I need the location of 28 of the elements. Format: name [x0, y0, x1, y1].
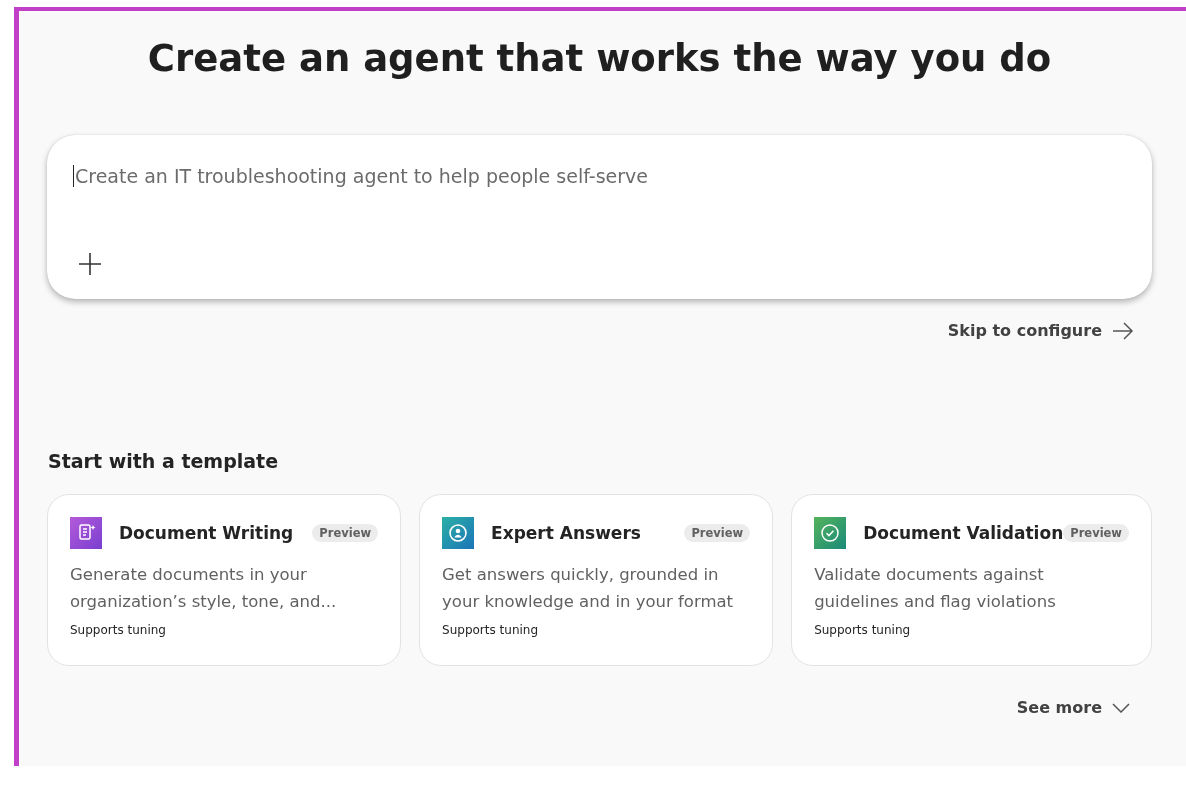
checkmark-icon [814, 517, 847, 549]
page-heading: Create an agent that works the way you do [147, 36, 1052, 82]
prompt-box[interactable]: Create an IT troubleshooting agent to help people self-serve [47, 135, 1152, 299]
arrow-right-icon [1112, 321, 1134, 340]
card-title: Document Writing [119, 523, 295, 543]
card-footnote: Supports tuning [814, 623, 912, 637]
card-description: Get answers quickly, grounded in your knowledge and in your format [442, 564, 735, 613]
template-card[interactable]: Document Writing Preview Generate documents in your organization’s style, tone, and... Supports tuning [47, 494, 402, 666]
see-more-button[interactable]: See more [1016, 698, 1130, 717]
section-title: Start with a template [48, 450, 280, 472]
text-cursor [73, 165, 74, 187]
skip-to-configure-link[interactable]: Skip to configure [947, 321, 1134, 340]
card-description: Validate documents against guidelines and flag violations [814, 564, 1057, 613]
prompt-input[interactable]: Create an IT troubleshooting agent to help people self-serve [75, 163, 1126, 189]
card-description: Generate documents in your organization’s style, tone, and... [70, 564, 338, 613]
card-footnote: Supports tuning [70, 623, 167, 637]
preview-badge: Preview [684, 524, 751, 542]
card-title: Document Validation [863, 523, 1064, 543]
card-footnote: Supports tuning [442, 623, 540, 637]
chevron-down-icon [1112, 702, 1130, 713]
plus-icon [78, 252, 102, 276]
card-title: Expert Answers [491, 523, 642, 543]
template-card[interactable]: Document Validation Preview Validate documents against guidelines and flag violations Supports tuning [791, 494, 1152, 666]
person-icon [442, 517, 475, 549]
template-card[interactable]: Expert Answers Preview Get answers quickly, grounded in your knowledge and in your format Supports tuning [419, 494, 774, 666]
preview-badge: Preview [1063, 524, 1129, 542]
preview-badge: Preview [312, 524, 379, 542]
document-icon [70, 517, 102, 549]
